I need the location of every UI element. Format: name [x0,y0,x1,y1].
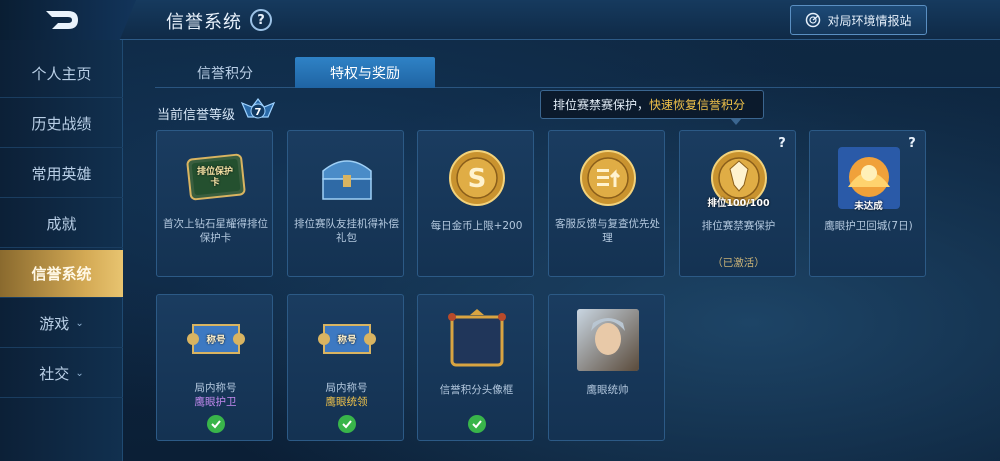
reward-card-gold-limit[interactable]: S 每日金币上限+200 [417,130,534,277]
sidebar-item-profile[interactable]: 个人主页 [0,50,123,98]
back-logo-icon [46,11,78,29]
credit-level-label: 当前信誉等级 [157,108,236,123]
tooltip-highlight: 快速恢复信誉积分 [649,98,746,112]
hero-portrait-icon [549,309,666,371]
sidebar-item-label: 游戏 [39,315,70,333]
card-title: 排位赛禁赛保护 [701,220,776,232]
sidebar-item-heroes[interactable]: 常用英雄 [0,150,123,198]
tab-bar: 信誉积分 特权与奖励 [155,57,1000,88]
chevron-down-icon: ⌄ [75,318,84,329]
radar-icon [806,12,821,28]
card-title: 每日金币上限+200 [430,220,523,232]
rank-protection-progress: 排位100/100 [707,198,770,209]
treasure-chest-icon [288,151,405,203]
not-achieved-label: 未达成 [854,201,883,212]
sidebar-item-label: 历史战绩 [31,115,92,133]
card-title: 鹰眼统帅 [586,384,629,396]
sidebar-item-achievements[interactable]: 成就 [0,200,123,248]
card-title: 局内称号 [194,382,237,394]
sidebar-item-game[interactable]: 游戏 ⌄ [0,300,123,348]
level-badge-icon: 7 [240,97,276,127]
sidebar-item-social[interactable]: 社交 ⌄ [0,350,123,398]
reward-card-afk-compensation[interactable]: 排位赛队友挂机得补偿礼包 [287,130,404,277]
protect-card-art-text: 排位保护卡 [196,167,233,188]
sidebar-item-history[interactable]: 历史战绩 [0,100,123,148]
reward-card-protect-card[interactable]: 排位保护卡 首次上钻石星耀得排位保护卡 [156,130,273,277]
page-title: 信誉系统 [166,12,242,33]
reward-card-priority-support[interactable]: 客服反馈与复查优先处理 [548,130,665,277]
protect-card-icon: 排位保护卡 [157,153,274,201]
tab-privileges-rewards[interactable]: 特权与奖励 [295,57,435,88]
reward-card-rank-ban-protection[interactable]: ? 排位100/100 排位赛禁赛保护 （已激活） [679,130,796,277]
card-title: 排位赛队友挂机得补偿礼包 [294,218,399,244]
sidebar-item-label: 个人主页 [31,65,92,83]
card-title: 首次上钻石星耀得排位保护卡 [163,218,268,244]
back-button[interactable] [0,0,136,40]
sidebar-item-credit-system[interactable]: 信誉系统 [0,250,123,298]
chevron-down-icon: ⌄ [75,368,84,379]
intel-station-label: 对局环境情报站 [827,13,912,28]
reward-card-title-guard[interactable]: 称号 局内称号 鹰眼护卫 [156,294,273,441]
tab-label: 信誉积分 [197,65,253,82]
reward-card-hero-skin[interactable]: 鹰眼统帅 [548,294,665,441]
gold-coin-icon: S [418,149,535,207]
tab-label: 特权与奖励 [330,65,400,82]
reward-card-title-commander[interactable]: 称号 局内称号 鹰眼统领 [287,294,404,441]
level-value: 7 [255,107,262,118]
priority-coin-icon [549,149,666,207]
card-subtitle: 鹰眼统领 [325,396,368,408]
tooltip-text: 排位赛禁赛保护， [553,98,650,112]
title-scroll-icon: 称号 [288,315,405,363]
reward-card-recall-effect[interactable]: ? 未达成 鹰眼护卫回城(7日) [809,130,926,277]
avatar-frame-icon [418,309,535,371]
intel-station-button[interactable]: 对局环境情报站 [790,5,927,35]
top-bar: 信誉系统 ? 对局环境情报站 [0,0,1000,40]
check-icon [338,415,356,433]
check-icon [468,415,486,433]
sidebar: 个人主页 历史战绩 常用英雄 成就 信誉系统 游戏 ⌄ 社交 ⌄ [0,40,123,461]
tooltip-arrow [730,118,742,125]
reward-card-avatar-frame[interactable]: 信誉积分头像框 [417,294,534,441]
scroll-art-text: 称号 [206,335,226,346]
scroll-art-text: 称号 [337,335,357,346]
card-title: 鹰眼护卫回城(7日) [824,220,913,232]
check-icon [207,415,225,433]
card-title: 客服反馈与复查优先处理 [555,218,660,244]
status-badge: （已激活） [712,257,765,269]
card-title: 信誉积分头像框 [439,384,514,396]
card-subtitle: 鹰眼护卫 [194,396,237,408]
sidebar-item-label: 信誉系统 [31,265,92,283]
help-icon[interactable]: ? [250,9,272,31]
title-scroll-icon: 称号 [157,315,274,363]
tooltip: 排位赛禁赛保护， 快速恢复信誉积分 [540,90,764,119]
card-title: 局内称号 [325,382,368,394]
sidebar-item-label: 社交 [39,365,70,383]
tab-credit-score[interactable]: 信誉积分 [155,57,295,88]
sidebar-item-label: 常用英雄 [31,165,92,183]
sidebar-item-label: 成就 [46,215,77,233]
coin-letter: S [467,164,486,194]
